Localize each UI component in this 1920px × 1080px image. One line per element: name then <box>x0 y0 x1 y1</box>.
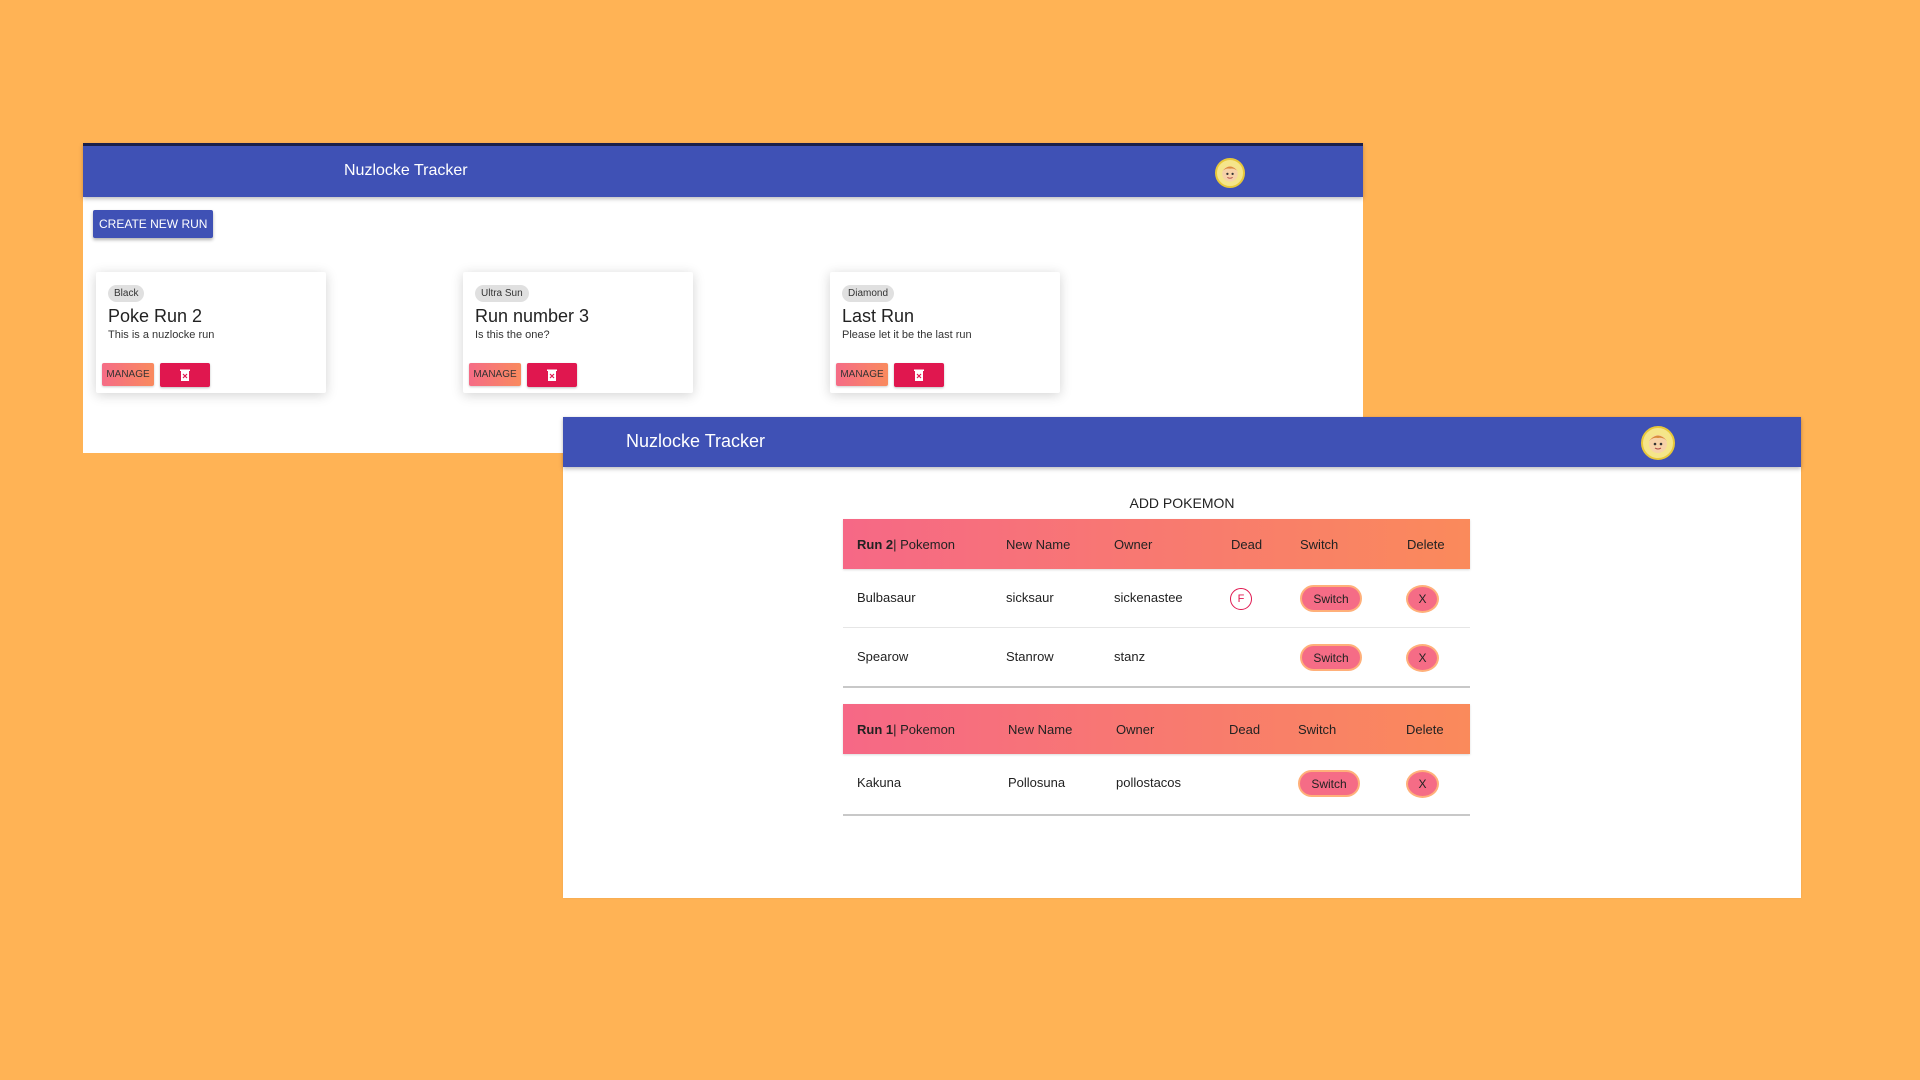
switch-button[interactable]: Switch <box>1300 644 1362 671</box>
run-title: Poke Run 2 <box>108 306 203 326</box>
delete-run-button[interactable] <box>527 363 577 387</box>
manage-button[interactable]: MANAGE <box>836 363 888 386</box>
cell-new-name: Pollosuna <box>1008 775 1066 790</box>
delete-run-button[interactable] <box>894 363 944 387</box>
manage-button[interactable]: MANAGE <box>102 363 154 386</box>
run-description: This is a nuzlocke run <box>108 329 215 341</box>
trash-icon <box>180 369 190 381</box>
run-card: Ultra Sun Run number 3 Is this the one? … <box>463 272 693 393</box>
table-header: Run 2| Pokemon New Name Owner Dead Switc… <box>843 519 1470 569</box>
cell-owner: pollostacos <box>1116 775 1182 790</box>
header-switch: Switch <box>1298 722 1337 737</box>
manage-button[interactable]: MANAGE <box>469 363 521 386</box>
app-title: Nuzlocke Tracker <box>626 431 766 451</box>
pokemon-window: Nuzlocke Tracker ADD POKEMON Run 2| Poke… <box>563 417 1801 898</box>
header-dead: Dead <box>1231 537 1263 552</box>
run-card: Diamond Last Run Please let it be the la… <box>830 272 1060 393</box>
run-description: Please let it be the last run <box>842 329 972 341</box>
cell-owner: sickenastee <box>1114 590 1183 605</box>
app-title: Nuzlocke Tracker <box>344 162 468 179</box>
run-title: Last Run <box>842 306 915 326</box>
header-delete: Delete <box>1407 537 1445 552</box>
delete-pokemon-button[interactable]: X <box>1406 770 1439 798</box>
game-chip: Ultra Sun <box>475 285 529 302</box>
header-owner: Owner <box>1116 722 1155 737</box>
delete-run-button[interactable] <box>160 363 210 387</box>
pokemon-table: Run 2| Pokemon New Name Owner Dead Switc… <box>843 519 1470 688</box>
table-header: Run 1| Pokemon New Name Owner Dead Switc… <box>843 704 1470 754</box>
cell-pokemon: Bulbasaur <box>857 590 916 605</box>
trash-icon <box>914 369 924 381</box>
header-pokemon: Run 1| Pokemon <box>857 722 956 737</box>
run-label: Run 2 <box>857 537 894 552</box>
runs-window: Nuzlocke Tracker CREATE NEW RUN Black Po… <box>83 143 1363 453</box>
trash-icon <box>547 369 557 381</box>
header-new-name: New Name <box>1008 722 1073 737</box>
delete-pokemon-button[interactable]: X <box>1406 585 1439 613</box>
create-new-run-button[interactable]: CREATE NEW RUN <box>93 210 214 238</box>
cell-pokemon: Spearow <box>857 649 909 664</box>
cell-new-name: sicksaur <box>1006 590 1054 605</box>
cell-pokemon: Kakuna <box>857 775 902 790</box>
avatar-icon[interactable] <box>1215 158 1245 188</box>
switch-button[interactable]: Switch <box>1298 770 1360 797</box>
header-new-name: New Name <box>1006 537 1071 552</box>
app-bar: Nuzlocke Tracker <box>563 417 1801 467</box>
header-switch: Switch <box>1300 537 1339 552</box>
dead-toggle-button[interactable]: F <box>1230 588 1252 610</box>
app-bar: Nuzlocke Tracker <box>83 143 1363 197</box>
run-label: Run 1 <box>857 722 894 737</box>
table-row: Kakuna Pollosuna pollostacos Switch X <box>843 754 1470 816</box>
header-dead: Dead <box>1229 722 1261 737</box>
game-chip: Diamond <box>842 285 895 302</box>
delete-pokemon-button[interactable]: X <box>1406 644 1439 672</box>
switch-button[interactable]: Switch <box>1300 585 1362 612</box>
table-row: Spearow Stanrow stanz Switch X <box>843 628 1470 688</box>
run-title: Run number 3 <box>475 306 590 326</box>
table-row: Bulbasaur sicksaur sickenastee F Switch … <box>843 569 1470 628</box>
cell-owner: stanz <box>1114 649 1146 664</box>
pokemon-table: Run 1| Pokemon New Name Owner Dead Switc… <box>843 704 1470 816</box>
game-chip: Black <box>108 285 145 302</box>
cell-new-name: Stanrow <box>1006 649 1054 664</box>
header-pokemon: Run 2| Pokemon <box>857 537 956 552</box>
add-pokemon-button[interactable]: ADD POKEMON <box>563 495 1801 511</box>
run-card: Black Poke Run 2 This is a nuzlocke run … <box>96 272 326 393</box>
header-delete: Delete <box>1406 722 1444 737</box>
run-description: Is this the one? <box>475 329 550 341</box>
avatar-icon[interactable] <box>1641 426 1675 460</box>
header-owner: Owner <box>1114 537 1153 552</box>
